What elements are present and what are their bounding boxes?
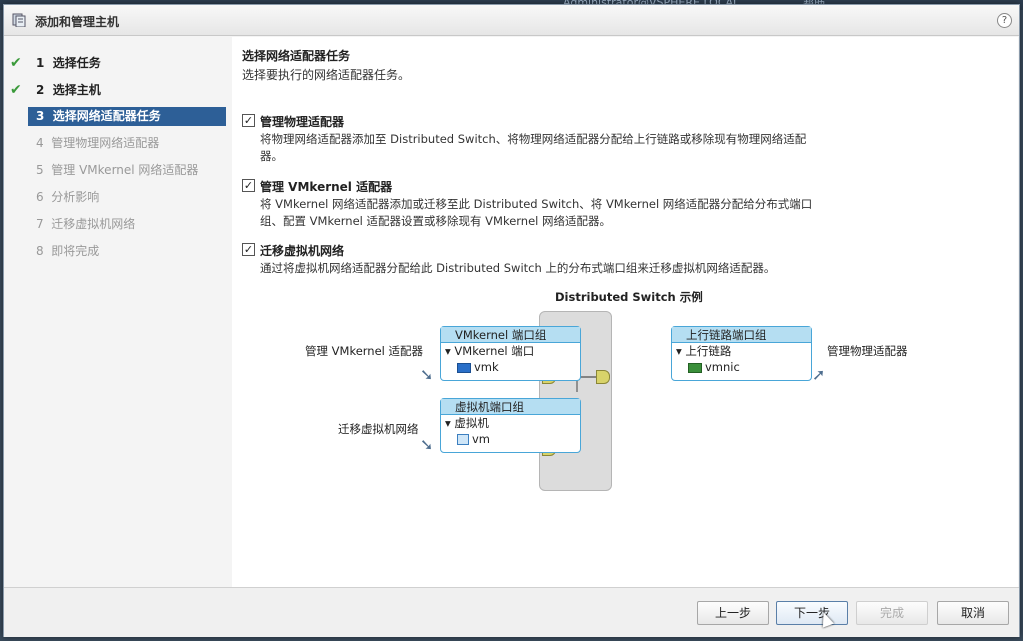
back-button[interactable]: 上一步: [697, 601, 769, 625]
curved-arrow-icon: ➘: [420, 435, 434, 454]
step-number: 6: [36, 190, 44, 204]
nav-step-6: 6 分析影响: [28, 188, 226, 207]
wizard-steps-nav: ✔ 1 选择任务 ✔ 2 选择主机 3 选择网络适配器任务 4 管理物理网络适配…: [4, 37, 232, 587]
step-number: 8: [36, 244, 44, 258]
box-line: vmk: [441, 359, 580, 375]
task-checkbox-physical[interactable]: ✓: [242, 114, 255, 127]
step-number: 5: [36, 163, 44, 177]
step-number: 1: [36, 56, 45, 70]
label-manage-vmkernel: 管理 VMkernel 适配器: [305, 344, 424, 358]
box-header: 上行链路端口组: [672, 327, 811, 343]
step-label: 分析影响: [51, 190, 100, 204]
page-subtitle: 选择要执行的网络适配器任务。: [242, 68, 411, 82]
cancel-button[interactable]: 取消: [937, 601, 1009, 625]
diagram-title: Distributed Switch 示例: [555, 290, 703, 304]
next-button[interactable]: 下一步: [776, 601, 848, 625]
nav-step-2[interactable]: ✔ 2 选择主机: [10, 81, 226, 100]
step-label: 即将完成: [51, 244, 100, 258]
dialog-footer: 上一步 下一步 完成 取消: [4, 587, 1019, 637]
distributed-switch-diagram: Distributed Switch 示例 管理 VMkernel 适配器 迁移…: [292, 285, 932, 505]
dialog-title: 添加和管理主机: [35, 15, 120, 29]
nav-step-8: 8 即将完成: [28, 242, 226, 261]
step-label: 选择主机: [52, 83, 101, 97]
vmk-icon: [457, 362, 471, 373]
task-checkbox-migrate-vm[interactable]: ✓: [242, 243, 255, 256]
step-label: 管理 VMkernel 网络适配器: [51, 163, 199, 177]
add-manage-hosts-dialog: 添加和管理主机 ? ✔ 1 选择任务 ✔ 2 选择主机 3 选择网络适配器任务 …: [3, 4, 1020, 637]
vmkernel-portgroup-box: VMkernel 端口组 ▾ VMkernel 端口 vmk: [440, 326, 581, 381]
task-checkbox-vmkernel[interactable]: ✓: [242, 179, 255, 192]
box-header: 虚拟机端口组: [441, 399, 580, 415]
nav-step-1[interactable]: ✔ 1 选择任务: [10, 54, 226, 73]
task-label: 管理 VMkernel 适配器: [260, 180, 393, 194]
nav-step-3[interactable]: 3 选择网络适配器任务: [28, 107, 226, 126]
curved-arrow-icon: ➘: [420, 365, 434, 384]
vm-portgroup-box: 虚拟机端口组 ▾ 虚拟机 vm: [440, 398, 581, 453]
finish-button: 完成: [856, 601, 928, 625]
box-line: ▾ 虚拟机: [445, 416, 489, 430]
label-manage-physical: 管理物理适配器: [827, 344, 908, 358]
task-description: 通过将虚拟机网络适配器分配给此 Distributed Switch 上的分布式…: [260, 261, 776, 275]
step-label: 选择网络适配器任务: [52, 109, 161, 123]
checkmark-icon: ✔: [10, 55, 22, 71]
nav-step-5: 5 管理 VMkernel 网络适配器: [28, 161, 226, 180]
task-label: 管理物理适配器: [260, 115, 345, 129]
step-label: 选择任务: [52, 56, 101, 70]
step-number: 7: [36, 217, 44, 231]
task-description: 将 VMkernel 网络适配器添加或迁移至此 Distributed Swit…: [260, 197, 813, 228]
main-panel: 选择网络适配器任务 选择要执行的网络适配器任务。 ✓ 管理物理适配器 将物理网络…: [232, 37, 1018, 587]
box-header: VMkernel 端口组: [441, 327, 580, 343]
box-line: vmnic: [672, 359, 811, 375]
page-title: 选择网络适配器任务: [242, 49, 351, 63]
dialog-titlebar: 添加和管理主机 ?: [4, 5, 1019, 36]
vmnic-icon: [688, 362, 702, 373]
vm-icon: [457, 434, 469, 445]
step-number: 4: [36, 136, 44, 150]
hosts-icon: [12, 13, 26, 27]
task-description: 将物理网络适配器添加至 Distributed Switch、将物理网络适配器分…: [260, 132, 807, 163]
box-line: vm: [441, 431, 580, 447]
nav-step-4: 4 管理物理网络适配器: [28, 134, 226, 153]
checkmark-icon: ✔: [10, 82, 22, 98]
nav-step-7: 7 迁移虚拟机网络: [28, 215, 226, 234]
step-number: 3: [36, 109, 45, 123]
help-icon[interactable]: ?: [997, 13, 1012, 28]
task-label: 迁移虚拟机网络: [260, 244, 345, 258]
label-migrate-vm: 迁移虚拟机网络: [338, 422, 419, 436]
step-number: 2: [36, 83, 45, 97]
step-label: 迁移虚拟机网络: [51, 217, 136, 231]
box-line: ▾ 上行链路: [676, 344, 732, 358]
step-label: 管理物理网络适配器: [51, 136, 160, 150]
port-icon: [596, 370, 610, 384]
box-line: ▾ VMkernel 端口: [445, 344, 535, 358]
curved-arrow-icon: ➚: [812, 365, 826, 384]
uplink-portgroup-box: 上行链路端口组 ▾ 上行链路 vmnic: [671, 326, 812, 381]
